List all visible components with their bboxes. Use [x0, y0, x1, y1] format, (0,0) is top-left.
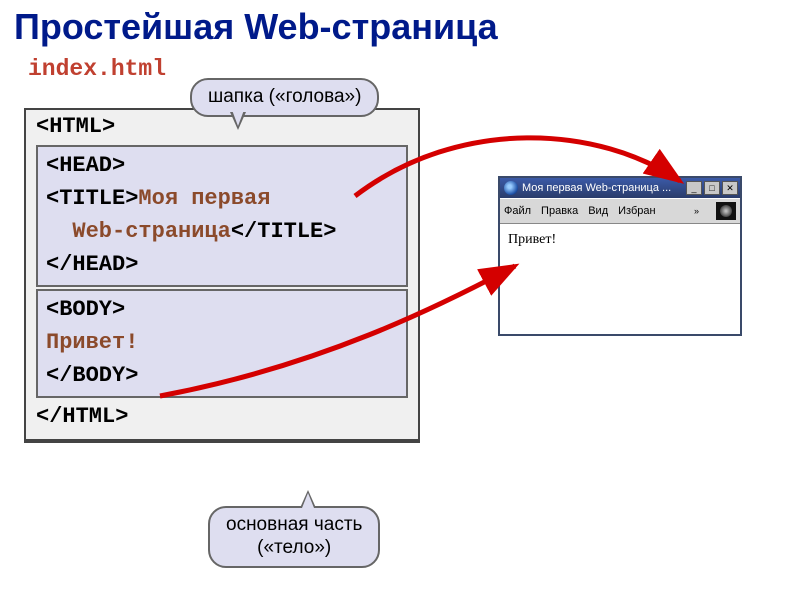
- code-html-close: </HTML>: [26, 400, 418, 433]
- browser-window: Моя первая Web-страница ... _ □ ✕ Файл П…: [498, 176, 742, 336]
- code-block: <HTML> <HEAD> <TITLE>Моя первая Web-стра…: [24, 108, 420, 443]
- throbber-icon: [716, 202, 736, 220]
- menu-view[interactable]: Вид: [588, 205, 608, 217]
- code-title-text1: Моя первая: [138, 186, 270, 211]
- code-title-open: <TITLE>: [46, 186, 138, 211]
- callout-head: шапка («голова»): [190, 78, 379, 117]
- menu-edit[interactable]: Правка: [541, 205, 578, 217]
- callout-body-line1: основная часть: [226, 514, 362, 535]
- code-title-line2: Web-страница</TITLE>: [40, 215, 406, 248]
- body-section: <BODY> Привет! </BODY>: [36, 289, 408, 398]
- close-button[interactable]: ✕: [722, 181, 738, 195]
- browser-body: Привет!: [500, 224, 740, 334]
- code-title-text2: Web-страница: [72, 219, 230, 244]
- code-title-line1: <TITLE>Моя первая: [40, 182, 406, 215]
- callout-body: основная часть («тело»): [208, 506, 380, 568]
- code-body-text: Привет!: [40, 326, 406, 359]
- callout-body-line2: («тело»): [257, 537, 331, 558]
- head-section: <HEAD> <TITLE>Моя первая Web-страница</T…: [36, 145, 408, 287]
- code-body-close: </BODY>: [40, 359, 406, 392]
- menu-more-icon[interactable]: »: [694, 206, 702, 216]
- code-title-close: </TITLE>: [231, 219, 337, 244]
- ie-icon: [504, 181, 518, 195]
- code-body-open: <BODY>: [40, 293, 406, 326]
- menu-favorites[interactable]: Избран: [618, 205, 655, 217]
- maximize-button[interactable]: □: [704, 181, 720, 195]
- minimize-button[interactable]: _: [686, 181, 702, 195]
- browser-menubar: Файл Правка Вид Избран »: [500, 198, 740, 224]
- page-content-text: Привет!: [508, 232, 556, 247]
- slide-title: Простейшая Web-страница: [14, 6, 800, 48]
- browser-title-text: Моя первая Web-страница ...: [522, 182, 684, 194]
- browser-titlebar: Моя первая Web-страница ... _ □ ✕: [500, 178, 740, 198]
- menu-file[interactable]: Файл: [504, 205, 531, 217]
- code-head-close: </HEAD>: [40, 248, 406, 281]
- code-head-open: <HEAD>: [40, 149, 406, 182]
- filename-label: index.html: [28, 56, 800, 82]
